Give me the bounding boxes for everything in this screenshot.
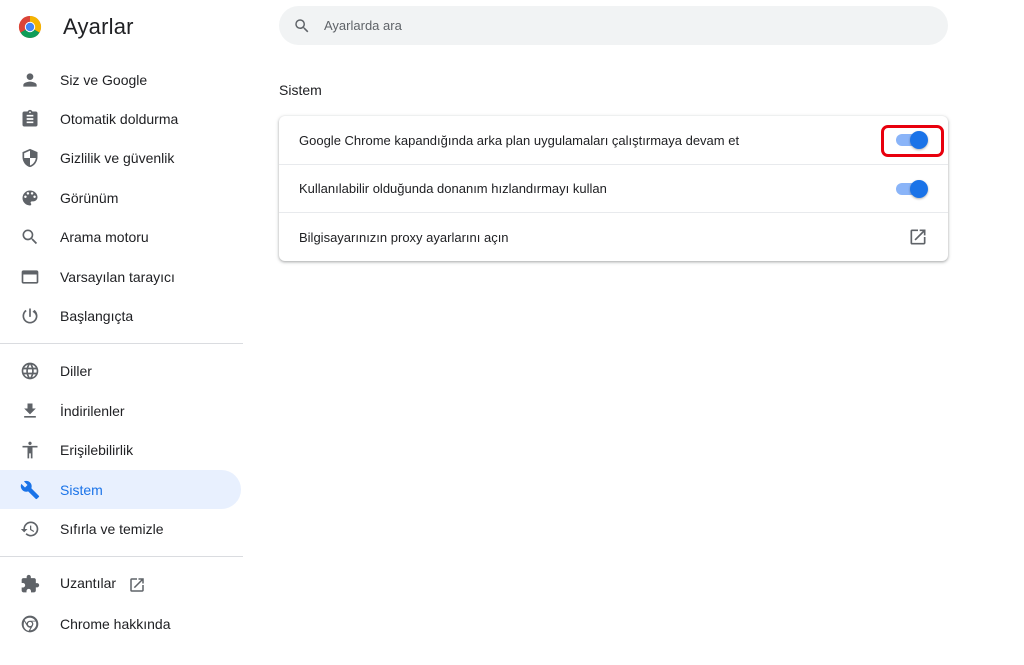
- toggle-knob: [910, 131, 928, 149]
- sidebar-item-on-startup[interactable]: Başlangıçta: [0, 296, 241, 335]
- setting-label: Google Chrome kapandığında arka plan uyg…: [299, 132, 740, 148]
- sidebar-item-accessibility[interactable]: Erişilebilirlik: [0, 431, 241, 470]
- sidebar-item-label: Görünüm: [60, 189, 119, 206]
- setting-row-proxy-settings[interactable]: Bilgisayarınızın proxy ayarlarını açın: [279, 212, 948, 261]
- toggle-knob: [910, 179, 928, 198]
- puzzle-icon: [20, 574, 40, 594]
- search-bar: [279, 6, 948, 45]
- setting-label: Bilgisayarınızın proxy ayarlarını açın: [299, 229, 509, 245]
- section-title: Sistem: [279, 82, 322, 98]
- sidebar-item-privacy[interactable]: Gizlilik ve güvenlik: [0, 139, 241, 178]
- sidebar-divider: [0, 342, 243, 344]
- person-icon: [20, 70, 40, 90]
- sidebar-item-reset[interactable]: Sıfırla ve temizle: [0, 509, 241, 548]
- sidebar-item-default-browser[interactable]: Varsayılan tarayıcı: [0, 257, 241, 296]
- sidebar-item-label: Başlangıçta: [60, 308, 134, 325]
- chrome-logo-icon: [18, 15, 42, 39]
- setting-label: Kullanılabilir olduğunda donanım hızland…: [299, 181, 607, 196]
- search-icon[interactable]: [293, 17, 311, 35]
- palette-icon: [20, 188, 40, 208]
- sidebar-item-label: Uzantılar: [60, 575, 117, 592]
- sidebar-item-appearance[interactable]: Görünüm: [0, 178, 241, 217]
- settings-card: Google Chrome kapandığında arka plan uyg…: [279, 116, 948, 261]
- sidebar-item-about-chrome[interactable]: Chrome hakkında: [0, 604, 241, 643]
- download-icon: [20, 401, 40, 421]
- page-title: Ayarlar: [63, 14, 134, 39]
- sidebar-divider: [0, 555, 243, 557]
- sidebar-item-autofill[interactable]: Otomatik doldurma: [0, 99, 241, 138]
- search-input[interactable]: [324, 6, 924, 45]
- shield-icon: [20, 148, 40, 168]
- sidebar-item-label-wrap: Uzantılar: [60, 575, 146, 593]
- search-icon: [20, 227, 40, 247]
- sidebar-item-label: Erişilebilirlik: [60, 442, 134, 459]
- clipboard-icon: [20, 109, 40, 129]
- power-icon: [20, 306, 40, 326]
- sidebar-item-label: Sistem: [60, 481, 103, 498]
- sidebar-item-system[interactable]: Sistem: [0, 469, 241, 510]
- sidebar-item-search-engine[interactable]: Arama motoru: [0, 218, 241, 257]
- chrome-icon: [20, 614, 40, 634]
- sidebar-item-you-and-google[interactable]: Siz ve Google: [0, 60, 241, 99]
- setting-row-background-apps[interactable]: Google Chrome kapandığında arka plan uyg…: [279, 116, 948, 164]
- background-apps-toggle[interactable]: [896, 131, 928, 149]
- sidebar-item-label: Otomatik doldurma: [60, 111, 179, 128]
- browser-window-icon: [20, 267, 40, 287]
- history-icon: [20, 519, 40, 539]
- sidebar-item-downloads[interactable]: İndirilenler: [0, 391, 241, 430]
- accessibility-icon: [20, 440, 40, 460]
- sidebar-item-label: Gizlilik ve güvenlik: [60, 150, 175, 167]
- sidebar-item-label: Arama motoru: [60, 229, 149, 246]
- setting-row-hardware-acceleration[interactable]: Kullanılabilir olduğunda donanım hızland…: [279, 164, 948, 212]
- hardware-acceleration-toggle[interactable]: [896, 179, 928, 198]
- sidebar-item-languages[interactable]: Diller: [0, 352, 241, 391]
- wrench-icon: [20, 480, 40, 500]
- sidebar-item-label: Diller: [60, 363, 92, 380]
- sidebar-item-label: Chrome hakkında: [60, 615, 171, 632]
- sidebar-item-label: Sıfırla ve temizle: [60, 520, 164, 537]
- app-header: Ayarlar: [18, 12, 134, 42]
- sidebar-item-label: Varsayılan tarayıcı: [60, 268, 175, 285]
- sidebar-item-label: Siz ve Google: [60, 71, 148, 88]
- open-in-new-icon[interactable]: [908, 227, 928, 247]
- globe-icon: [20, 361, 40, 381]
- sidebar-item-label: İndirilenler: [60, 402, 125, 419]
- sidebar: Siz ve Google Otomatik doldurma Gizlilik…: [0, 60, 243, 643]
- sidebar-item-extensions[interactable]: Uzantılar: [0, 565, 241, 604]
- open-in-new-icon: [128, 576, 146, 594]
